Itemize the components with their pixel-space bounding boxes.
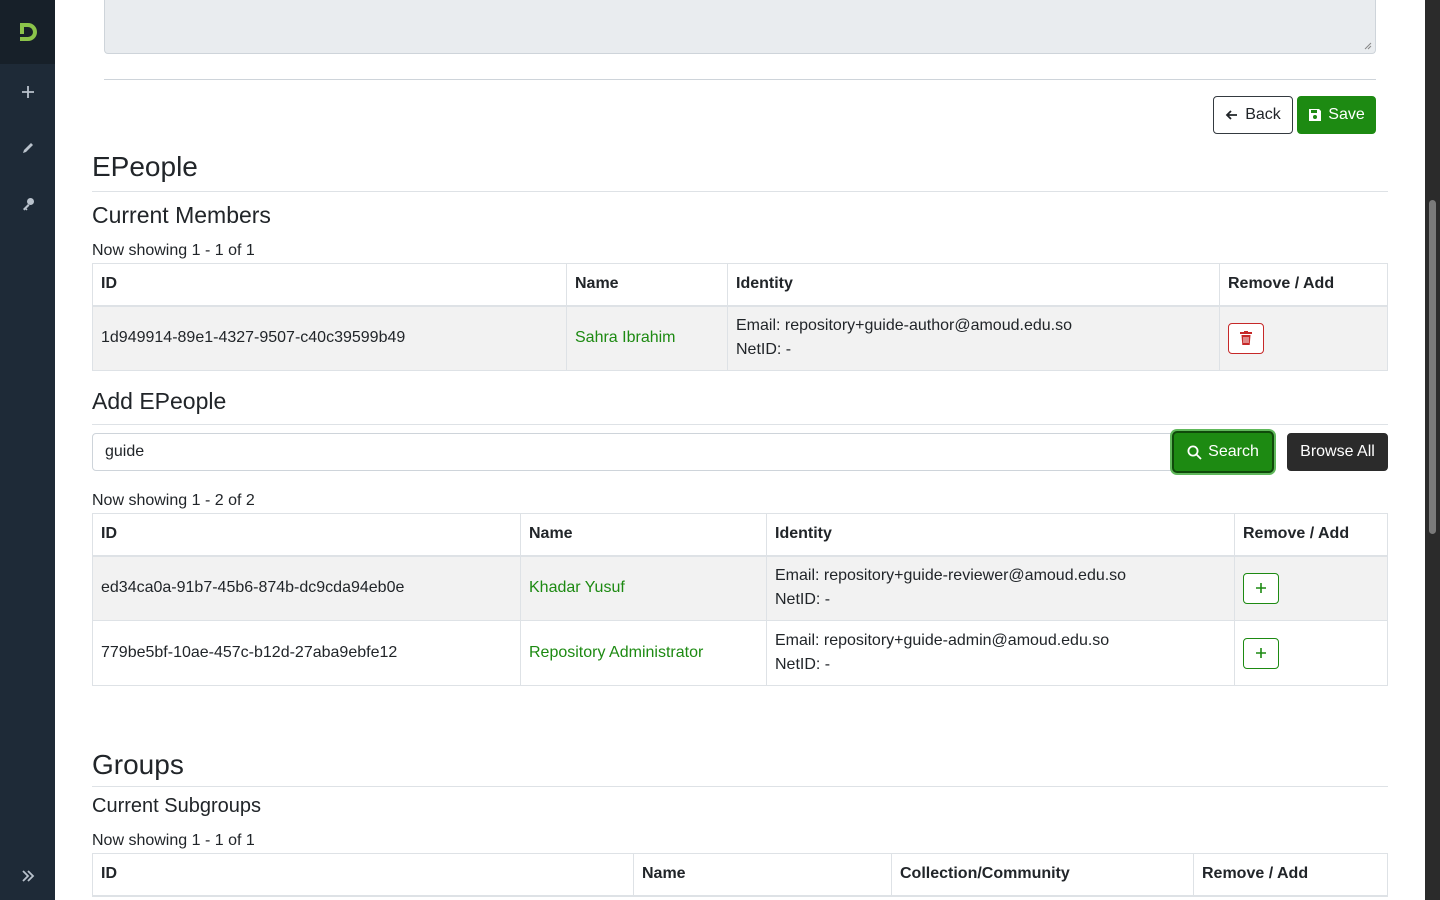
dspace-logo-icon[interactable] [0,0,55,64]
resize-grip-icon[interactable] [1364,42,1372,50]
add-epeople-title: Add EPeople [92,388,227,414]
member-name-link[interactable]: Sahra Ibrahim [575,329,676,346]
scrollbar-thumb[interactable] [1429,200,1436,534]
groups-divider [92,786,1388,787]
double-chevron-right-icon[interactable] [0,868,55,884]
current-subgroups-count: Now showing 1 - 1 of 1 [92,832,255,849]
column-header-name: Name [633,853,892,897]
current-subgroups-title: Current Subgroups [92,795,261,817]
browse-all-label: Browse All [1300,443,1375,460]
column-header-name: Name [566,263,728,307]
epeople-search-input[interactable] [92,433,1174,471]
form-divider [104,79,1376,80]
main-content: Back Save EPeople Current Members Now sh… [55,0,1425,900]
table-row: ed34ca0a-91b7-45b6-874b-dc9cda94eb0e Kha… [92,555,1388,621]
browse-all-button[interactable]: Browse All [1287,433,1388,471]
add-member-button[interactable] [1243,637,1279,669]
save-button[interactable]: Save [1297,96,1376,134]
member-email: Email: repository+guide-author@amoud.edu… [736,317,1072,335]
table-row: 779be5bf-10ae-457c-b12d-27aba9ebfe12 Rep… [92,620,1388,686]
result-email: Email: repository+guide-admin@amoud.edu.… [775,632,1110,649]
admin-sidebar [0,0,55,900]
result-netid: NetID: - [775,591,831,609]
search-results-table: ID Name Identity Remove / Add ed34ca0a-9… [92,513,1388,686]
current-members-title: Current Members [92,202,271,228]
current-subgroups-table: ID Name Collection/Community Remove / Ad… [92,853,1388,897]
column-header-identity: Identity [727,263,1220,307]
current-members-table: ID Name Identity Remove / Add 1d949914-8… [92,263,1388,371]
column-header-remove-add: Remove / Add [1219,263,1388,307]
result-name-link[interactable]: Khadar Yusuf [529,579,625,596]
back-button[interactable]: Back [1213,96,1293,134]
add-epeople-divider [92,424,1388,425]
plus-icon[interactable] [0,64,55,120]
result-id: ed34ca0a-91b7-45b6-874b-dc9cda94eb0e [92,555,521,621]
column-header-id: ID [92,853,634,897]
back-button-label: Back [1245,106,1281,123]
result-name-link[interactable]: Repository Administrator [529,644,703,661]
result-id: 779be5bf-10ae-457c-b12d-27aba9ebfe12 [92,620,521,686]
search-button[interactable]: Search [1172,431,1274,473]
key-icon[interactable] [0,176,55,232]
save-icon [1309,109,1322,121]
member-netid: NetID: - [736,341,792,359]
description-textarea[interactable] [104,0,1376,54]
column-header-name: Name [520,513,767,557]
arrow-left-icon [1225,110,1238,120]
column-header-id: ID [92,263,567,307]
epeople-divider [92,191,1388,192]
column-header-remove-add: Remove / Add [1193,853,1388,897]
pencil-icon[interactable] [0,120,55,176]
result-netid: NetID: - [775,656,831,673]
dspace-logo-svg [19,23,37,41]
result-email: Email: repository+guide-reviewer@amoud.e… [775,567,1127,585]
search-button-label: Search [1208,443,1259,460]
result-identity: Email: repository+guide-admin@amoud.edu.… [766,620,1235,686]
remove-member-button[interactable] [1228,322,1264,354]
add-member-button[interactable] [1243,572,1279,604]
member-identity: Email: repository+guide-author@amoud.edu… [727,305,1220,371]
current-members-count: Now showing 1 - 1 of 1 [92,242,255,259]
trash-icon [1240,331,1252,346]
column-header-identity: Identity [766,513,1235,557]
epeople-title: EPeople [92,151,198,182]
column-header-collection: Collection/Community [891,853,1194,897]
member-id: 1d949914-89e1-4327-9507-c40c39599b49 [92,305,567,371]
column-header-remove-add: Remove / Add [1234,513,1388,557]
groups-title: Groups [92,749,184,780]
save-button-label: Save [1328,106,1365,123]
table-row: 1d949914-89e1-4327-9507-c40c39599b49 Sah… [92,305,1388,371]
plus-icon [1256,648,1266,658]
plus-icon [1256,583,1266,594]
search-results-count: Now showing 1 - 2 of 2 [92,492,255,509]
column-header-id: ID [92,513,521,557]
search-icon [1187,445,1202,460]
page-scrollbar[interactable] [1425,0,1440,900]
result-identity: Email: repository+guide-reviewer@amoud.e… [766,555,1235,621]
